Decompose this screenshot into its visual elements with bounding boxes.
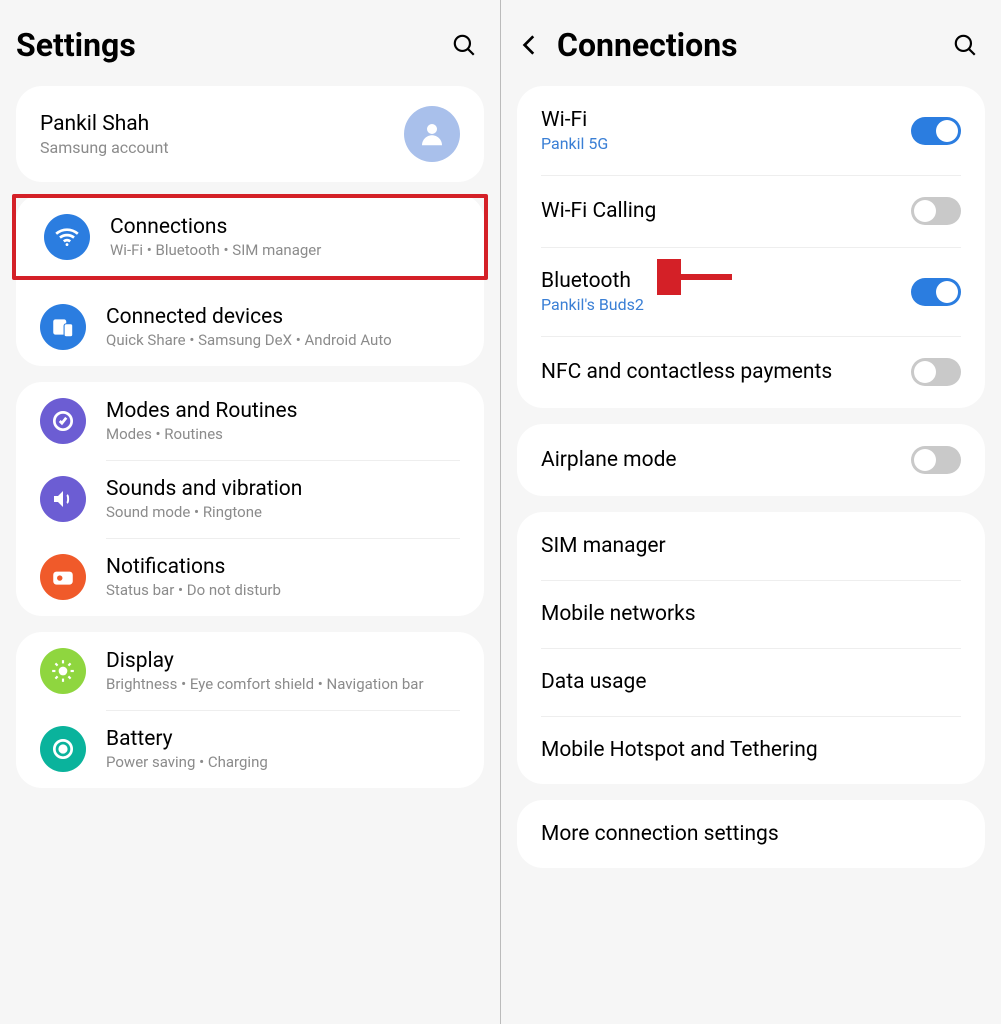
row-title: Wi-Fi Calling <box>541 199 911 223</box>
settings-item-display[interactable]: Display Brightness • Eye comfort shield •… <box>16 632 484 710</box>
item-title: Connections <box>110 215 456 239</box>
settings-item-wifi[interactable]: Connections Wi-Fi • Bluetooth • SIM manag… <box>16 198 484 276</box>
item-title: Display <box>106 649 460 673</box>
settings-item-battery[interactable]: Battery Power saving • Charging <box>16 710 484 788</box>
account-card[interactable]: Pankil Shah Samsung account <box>16 86 484 182</box>
account-sub: Samsung account <box>40 138 404 157</box>
row-title: More connection settings <box>541 822 961 846</box>
avatar[interactable] <box>404 106 460 162</box>
row-title: Bluetooth <box>541 269 911 293</box>
settings-item-modes[interactable]: Modes and Routines Modes • Routines <box>16 382 484 460</box>
item-sub: Modes • Routines <box>106 425 460 443</box>
sound-icon <box>40 476 86 522</box>
search-button[interactable] <box>945 32 985 58</box>
item-title: Modes and Routines <box>106 399 460 423</box>
row-title: Mobile Hotspot and Tethering <box>541 738 961 762</box>
connection-row-sim-manager[interactable]: SIM manager <box>517 512 985 580</box>
item-title: Sounds and vibration <box>106 477 460 501</box>
connection-row-mobile-hotspot-and-tethering[interactable]: Mobile Hotspot and Tethering <box>517 716 985 784</box>
connection-row-nfc-and-contactless-payments[interactable]: NFC and contactless payments <box>517 336 985 408</box>
page-title: Settings <box>16 26 444 64</box>
page-title: Connections <box>557 26 945 64</box>
settings-item-devices[interactable]: Connected devices Quick Share • Samsung D… <box>16 288 484 366</box>
toggle[interactable] <box>911 358 961 386</box>
settings-item-notif[interactable]: Notifications Status bar • Do not disturb <box>16 538 484 616</box>
connection-row-data-usage[interactable]: Data usage <box>517 648 985 716</box>
connection-row-mobile-networks[interactable]: Mobile networks <box>517 580 985 648</box>
row-title: NFC and contactless payments <box>541 360 911 384</box>
display-icon <box>40 648 86 694</box>
connection-row-wi-fi-calling[interactable]: Wi-Fi Calling <box>517 175 985 247</box>
item-sub: Power saving • Charging <box>106 753 460 771</box>
account-name: Pankil Shah <box>40 112 404 136</box>
row-title: Data usage <box>541 670 961 694</box>
search-button[interactable] <box>444 32 484 58</box>
row-title: Wi-Fi <box>541 108 911 132</box>
toggle[interactable] <box>911 278 961 306</box>
row-sub: Pankil 5G <box>541 134 911 153</box>
toggle[interactable] <box>911 446 961 474</box>
connection-row-wi-fi[interactable]: Wi-Fi Pankil 5G <box>517 86 985 175</box>
row-title: Airplane mode <box>541 448 911 472</box>
item-sub: Wi-Fi • Bluetooth • SIM manager <box>110 241 456 259</box>
modes-icon <box>40 398 86 444</box>
item-title: Battery <box>106 727 460 751</box>
battery-icon <box>40 726 86 772</box>
connection-row-airplane-mode[interactable]: Airplane mode <box>517 424 985 496</box>
chevron-left-icon <box>517 32 543 58</box>
devices-icon <box>40 304 86 350</box>
row-sub: Pankil's Buds2 <box>541 295 911 314</box>
toggle[interactable] <box>911 117 961 145</box>
back-button[interactable] <box>517 32 557 58</box>
item-title: Notifications <box>106 555 460 579</box>
settings-item-sound[interactable]: Sounds and vibration Sound mode • Rington… <box>16 460 484 538</box>
search-icon <box>952 32 978 58</box>
item-sub: Status bar • Do not disturb <box>106 581 460 599</box>
item-title: Connected devices <box>106 305 460 329</box>
search-icon <box>451 32 477 58</box>
notif-icon <box>40 554 86 600</box>
row-title: Mobile networks <box>541 602 961 626</box>
person-icon <box>417 119 447 149</box>
row-title: SIM manager <box>541 534 961 558</box>
item-sub: Brightness • Eye comfort shield • Naviga… <box>106 675 460 693</box>
toggle[interactable] <box>911 197 961 225</box>
item-sub: Sound mode • Ringtone <box>106 503 460 521</box>
item-sub: Quick Share • Samsung DeX • Android Auto <box>106 331 460 349</box>
connection-row-more-connection-settings[interactable]: More connection settings <box>517 800 985 868</box>
wifi-icon <box>44 214 90 260</box>
connection-row-bluetooth[interactable]: Bluetooth Pankil's Buds2 <box>517 247 985 336</box>
